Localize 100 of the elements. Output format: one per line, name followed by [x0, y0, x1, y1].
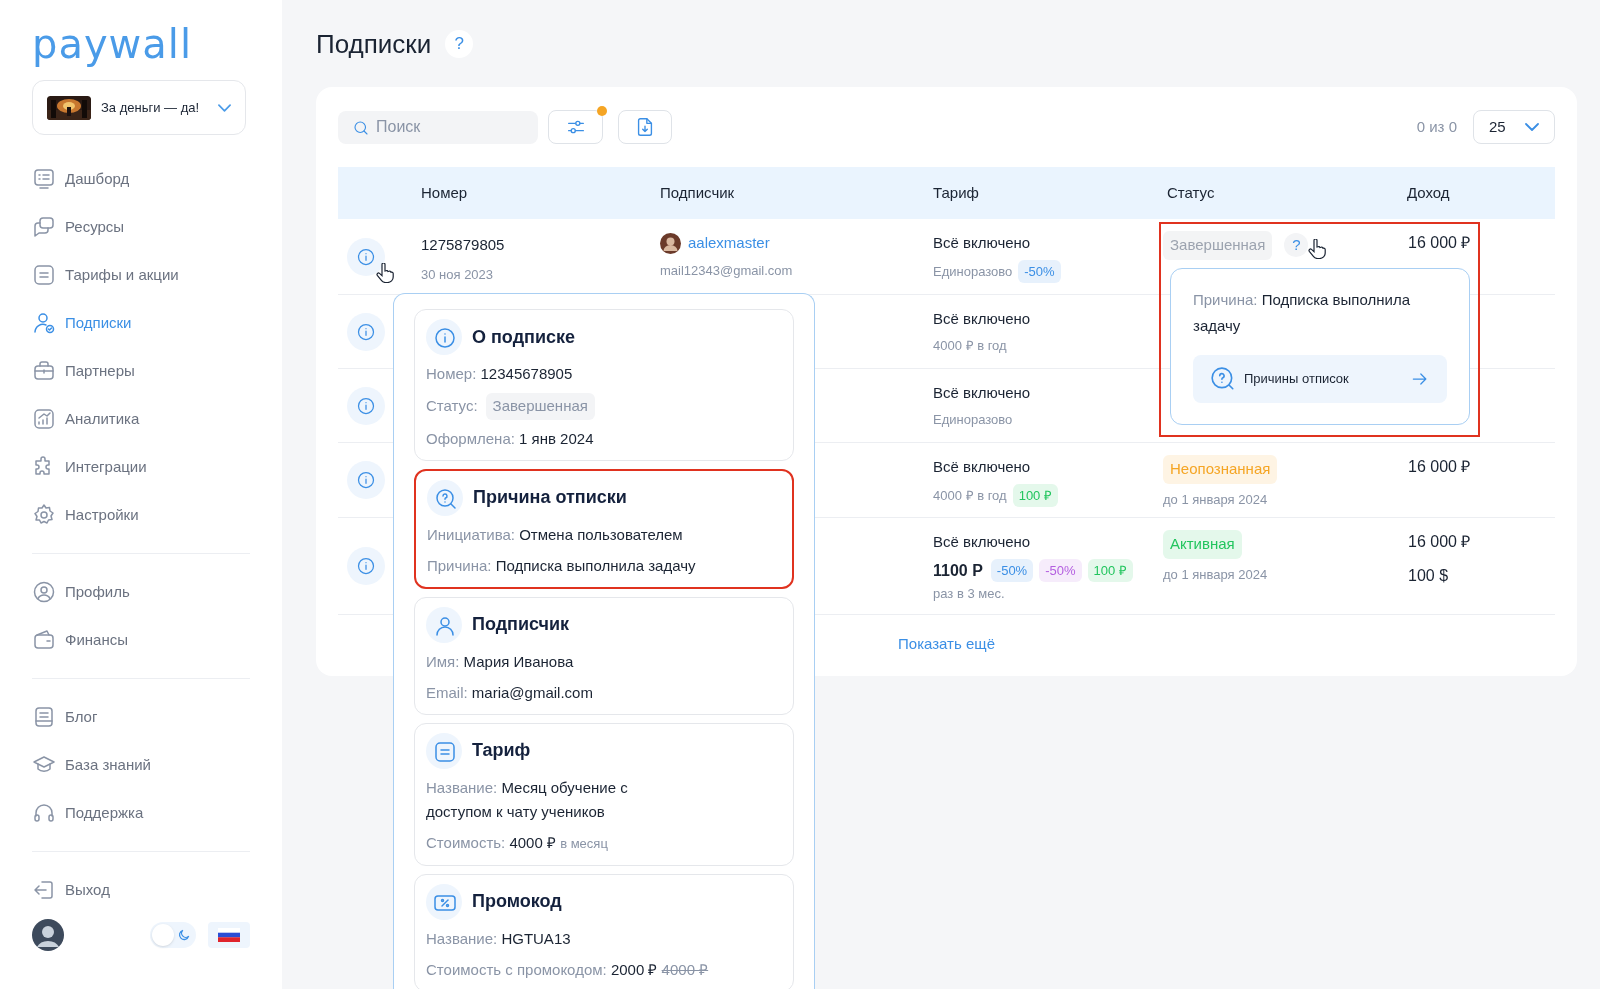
chevron-down-icon	[1525, 123, 1539, 131]
tariff-name: Всё включено	[933, 309, 1032, 329]
column-header: Доход	[1406, 182, 1451, 203]
info-button[interactable]	[347, 237, 385, 276]
status-tag: Завершенная	[485, 393, 595, 420]
income-amount: 16 000 ₽	[1408, 233, 1472, 253]
subscription-number: 1275879805	[421, 235, 506, 255]
show-more-link[interactable]: Показать ещё	[898, 633, 995, 656]
page-title: Подписки	[316, 27, 432, 61]
nav-item[interactable]: База знаний	[32, 741, 250, 789]
reasons-link[interactable]: Причины отписок	[1193, 355, 1447, 403]
nav-item[interactable]: Финансы	[32, 616, 250, 664]
subscription-date: 30 ноя 2023	[421, 265, 495, 284]
field-text: Имя: Мария Иванова	[426, 651, 575, 672]
search-field[interactable]: Поиск	[338, 110, 538, 144]
column-header: Тариф	[932, 182, 980, 203]
tag: 100 ₽	[1012, 483, 1058, 507]
list-icon	[32, 263, 56, 287]
status-date: до 1 января 2024	[1163, 490, 1269, 509]
income-amount: 16 000 ₽	[1408, 532, 1472, 552]
field-text: Причина: Подписка выполнила задачу	[427, 555, 697, 576]
project-selector[interactable]: За деньги — да!	[32, 80, 246, 135]
nav-item[interactable]: Подписки	[32, 299, 250, 347]
info-button[interactable]	[347, 386, 385, 425]
tariff-price: 4000 ₽ в год	[933, 336, 1007, 355]
logout-icon	[32, 878, 56, 902]
settings-icon	[32, 503, 56, 527]
avatar[interactable]	[32, 919, 64, 951]
question-search-icon	[1210, 366, 1236, 392]
info-icon	[356, 246, 376, 267]
tariff-name: Всё включено	[933, 532, 1032, 552]
card-title: Подписчик	[472, 613, 570, 636]
info-icon	[426, 319, 462, 355]
theme-toggle[interactable]	[150, 922, 196, 948]
field-label: Статус:	[426, 396, 478, 416]
nav-item[interactable]: Аналитика	[32, 395, 250, 443]
nav-item[interactable]: Выход	[32, 866, 250, 914]
avatar	[660, 232, 681, 254]
card-title: Причина отписки	[473, 486, 627, 509]
info-button[interactable]	[347, 312, 385, 351]
tariff-price: 1100 Р	[933, 560, 983, 581]
column-header: Номер	[420, 182, 469, 203]
tag: -50%	[990, 558, 1034, 583]
briefcase-icon	[32, 359, 56, 383]
tag: -50%	[1018, 259, 1061, 283]
tariff-period: раз в 3 мес.	[933, 584, 1006, 603]
info-icon	[356, 321, 376, 342]
info-button[interactable]	[347, 547, 385, 585]
info-icon	[356, 470, 376, 490]
help-button[interactable]: ?	[1284, 233, 1309, 258]
user-icon	[426, 606, 462, 643]
tariff-price: 4000 ₽ в год	[933, 486, 1007, 505]
info-button[interactable]	[347, 461, 385, 499]
info-icon	[356, 395, 376, 416]
nav-item[interactable]: Ресурсы	[32, 203, 250, 251]
result-count: 0 из 0	[1416, 116, 1457, 137]
income-amount: 100 $	[1408, 566, 1450, 586]
info-icon	[356, 556, 376, 576]
nav-item[interactable]: Тарифы и акции	[32, 251, 250, 299]
page-size-select[interactable]: 25	[1473, 110, 1555, 144]
tag: 100 ₽	[1087, 558, 1133, 583]
nav-item[interactable]: Настройки	[32, 491, 250, 539]
document-icon	[32, 705, 56, 729]
field-text: Стоимость: 4000 ₽ в месяц	[426, 832, 609, 853]
status-tag: Завершенная	[1163, 231, 1273, 260]
flag-icon	[218, 928, 240, 942]
tariff-name: Всё включено	[933, 233, 1032, 253]
wallet-icon	[32, 628, 56, 652]
tariff-name: Всё включено	[933, 457, 1032, 477]
subscriber-email: mail12343@gmail.com	[660, 261, 794, 280]
field-text: Email: maria@gmail.com	[426, 682, 594, 703]
card-title: Тариф	[472, 739, 531, 762]
subscriber-link[interactable]: aalexmaster	[688, 232, 770, 255]
field-text: Стоимость с промокодом: 2000 ₽ 4000 ₽	[426, 959, 710, 980]
list-icon	[426, 732, 462, 769]
nav-item[interactable]: Блог	[32, 693, 250, 741]
help-button[interactable]: ?	[445, 30, 474, 58]
export-button[interactable]	[618, 110, 672, 144]
column-header: Статус	[1166, 182, 1216, 203]
dashboard-icon	[32, 167, 56, 191]
tariff-price: Единоразово	[933, 410, 1013, 429]
search-icon	[352, 118, 370, 137]
tag: -50%	[1039, 558, 1082, 583]
nav-item[interactable]: Партнеры	[32, 347, 250, 395]
chevron-down-icon	[218, 103, 231, 112]
nav-item[interactable]: Поддержка	[32, 789, 250, 837]
status-tag: Активная	[1163, 530, 1242, 559]
nav-item[interactable]: Интеграции	[32, 443, 250, 491]
moon-icon	[177, 928, 191, 942]
status-date: до 1 января 2024	[1163, 565, 1269, 584]
tariff-price: Единоразово	[933, 262, 1013, 281]
nav-item[interactable]: Профиль	[32, 568, 250, 616]
language-button[interactable]	[208, 922, 250, 948]
profile-icon	[32, 580, 56, 604]
field-text: Номер: 12345678905	[426, 364, 574, 384]
reason-text: Причина: Подписка выполнила задачу	[1193, 290, 1412, 336]
nav-item[interactable]: Дашборд	[32, 155, 250, 203]
coupon-icon	[426, 883, 462, 920]
card-title: О подписке	[472, 325, 576, 349]
headset-icon	[32, 801, 56, 825]
